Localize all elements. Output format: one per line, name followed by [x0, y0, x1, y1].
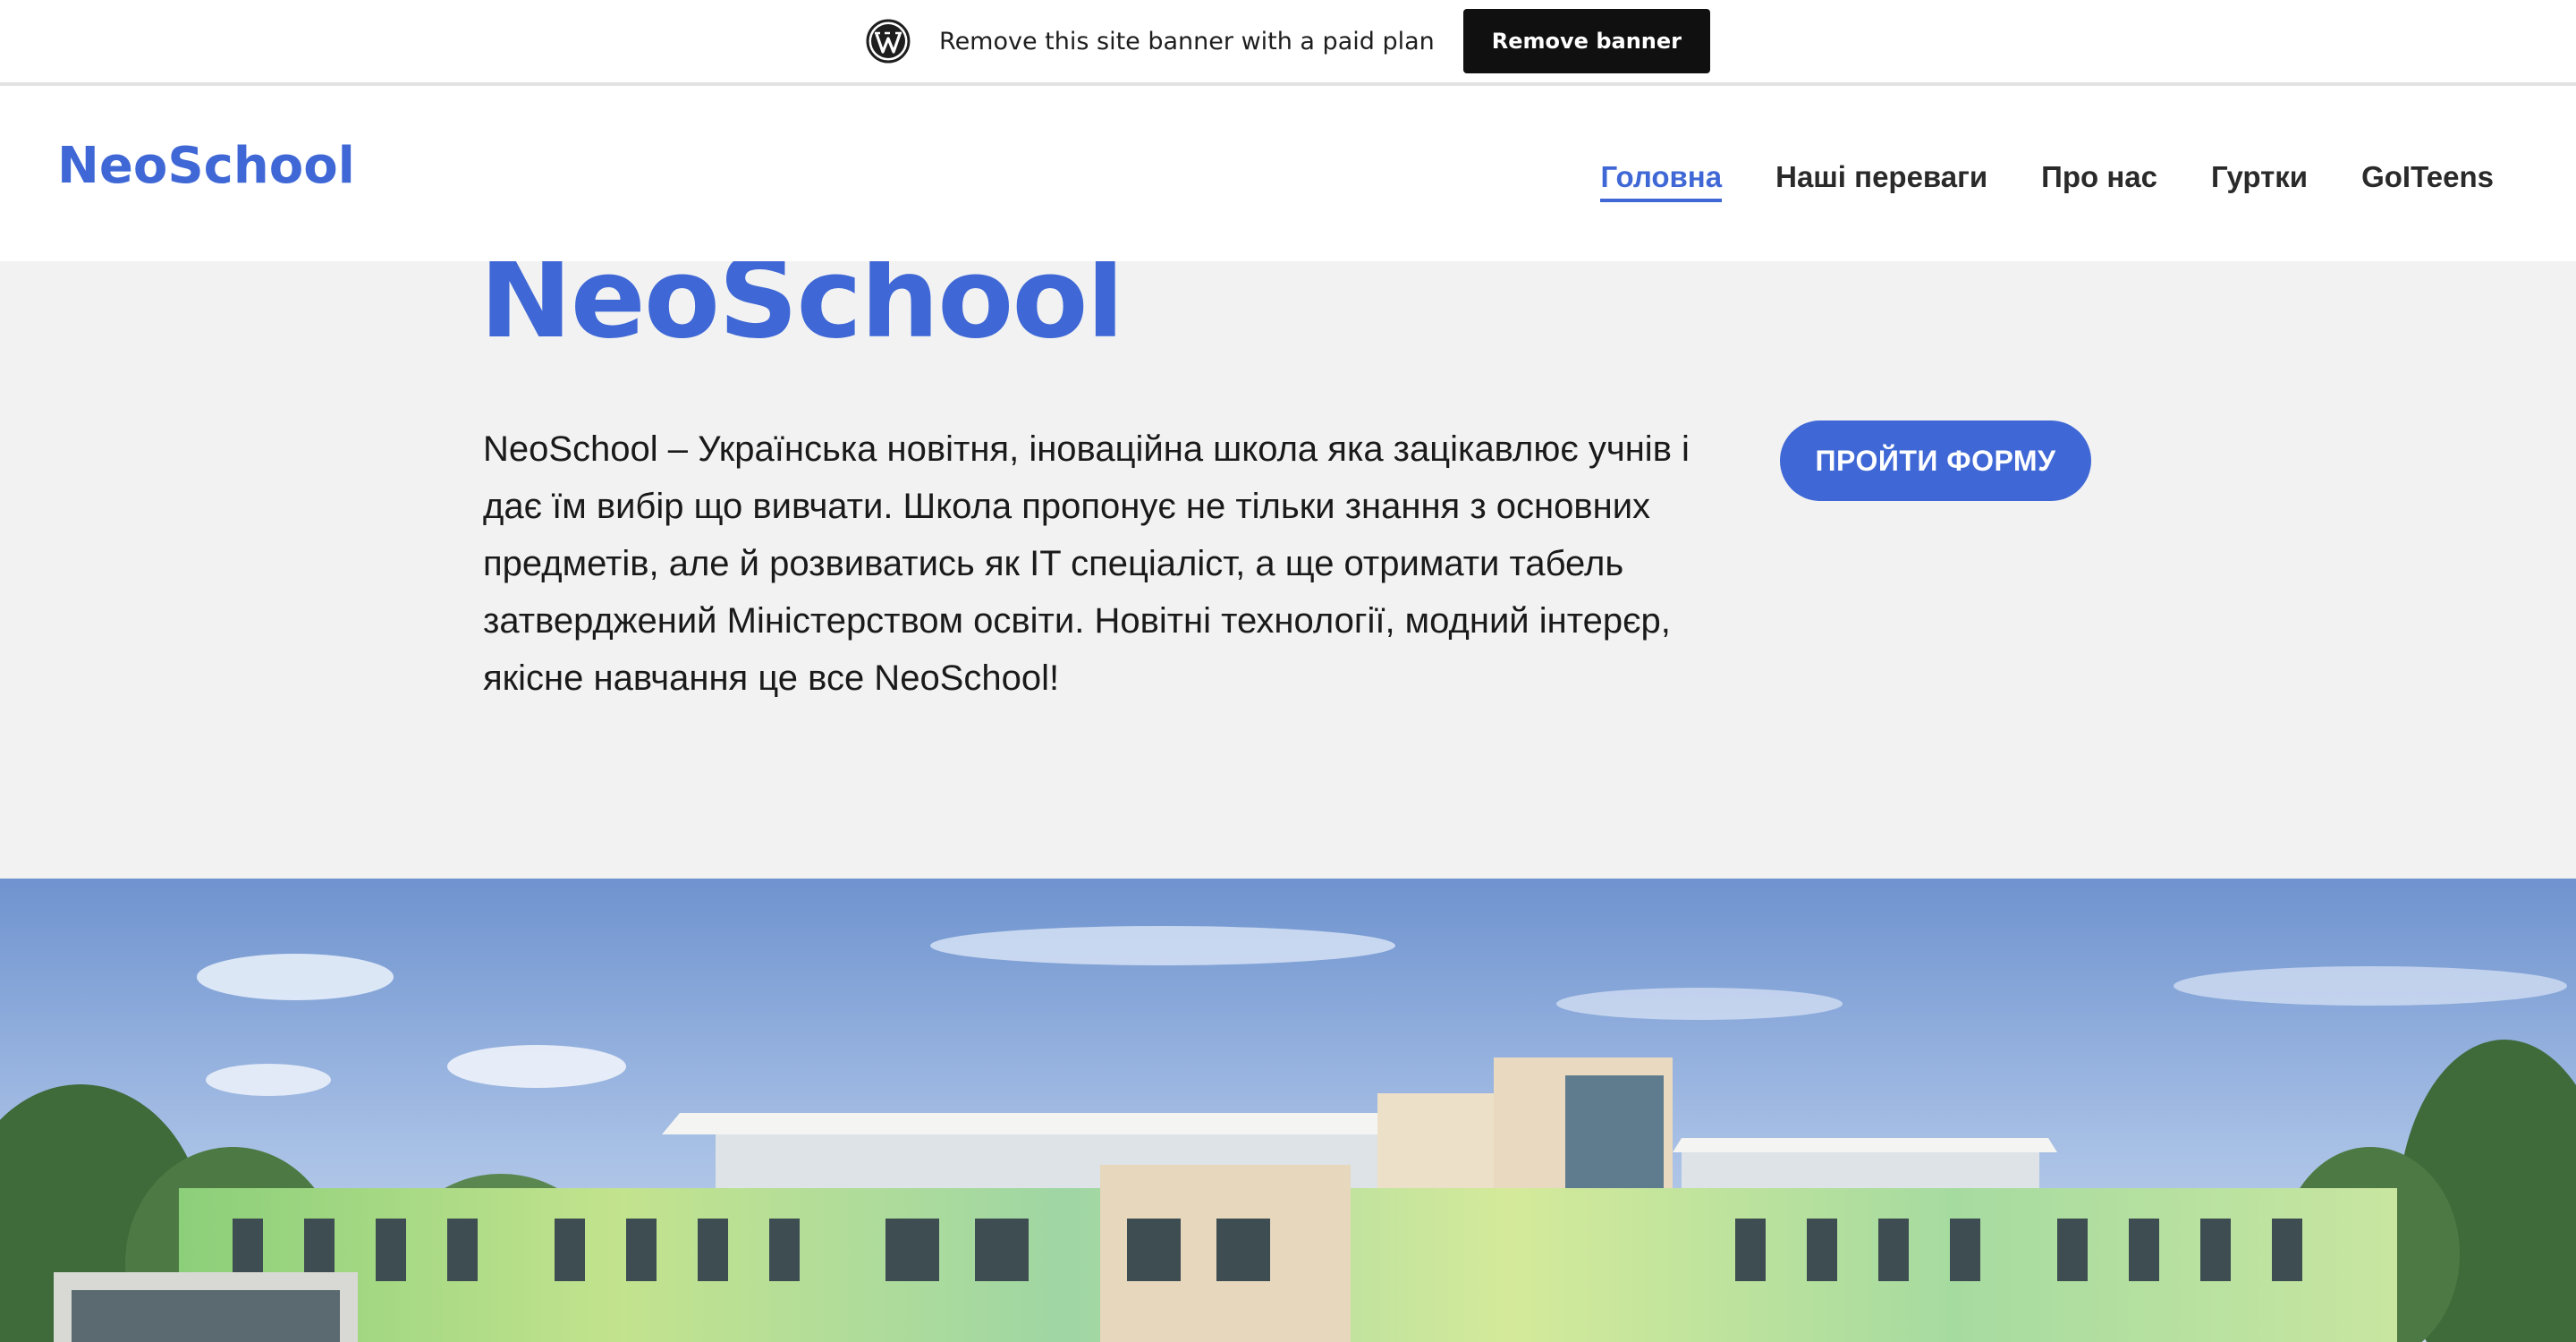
site-banner: Remove this site banner with a paid plan…	[0, 0, 2576, 86]
site-title-link[interactable]: NeoSchool	[57, 141, 355, 191]
nav-item-goiteens[interactable]: GoITeens	[2361, 159, 2494, 202]
hero-title: NeoSchool	[479, 261, 1124, 363]
nav-item-about[interactable]: Про нас	[2041, 159, 2157, 202]
hero-section: NeoSchool NeoSchool – Українська новітня…	[0, 261, 2576, 879]
wordpress-icon	[866, 19, 911, 64]
nav-item-advantages[interactable]: Наші переваги	[1775, 159, 1987, 202]
remove-banner-button[interactable]: Remove banner	[1462, 9, 1710, 73]
hero-description: NeoSchool – Українська новітня, іновацій…	[483, 429, 1690, 698]
banner-text: Remove this site banner with a paid plan	[939, 27, 1435, 55]
site-header: NeoSchool Головна Наші переваги Про нас …	[0, 89, 2576, 261]
nav-item-home[interactable]: Головна	[1600, 159, 1723, 202]
take-form-button[interactable]: ПРОЙТИ ФОРМУ	[1780, 420, 2091, 501]
school-building-illustration	[0, 879, 2576, 1342]
school-building-image	[0, 879, 2576, 1342]
main-navigation: Головна Наші переваги Про нас Гуртки GoI…	[1600, 159, 2494, 202]
nav-item-clubs[interactable]: Гуртки	[2211, 159, 2308, 202]
